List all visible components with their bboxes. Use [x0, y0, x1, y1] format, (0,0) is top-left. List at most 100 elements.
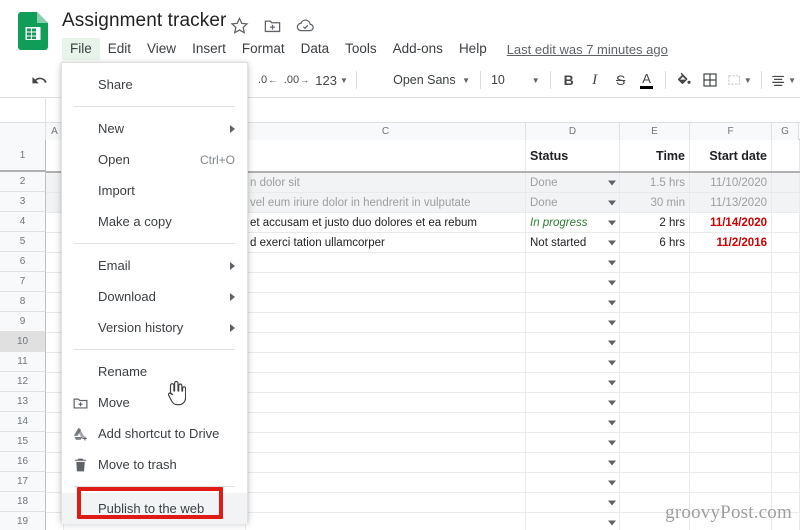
menu-item-make-a-copy[interactable]: Make a copy	[62, 206, 247, 237]
cell-d12[interactable]	[526, 373, 620, 392]
data-validation-dropdown-icon[interactable]	[608, 380, 616, 385]
cell-e7[interactable]	[620, 273, 690, 292]
cell-f9[interactable]	[690, 313, 772, 332]
cell-e3[interactable]: 30 min	[620, 193, 690, 212]
cell-f12[interactable]	[690, 373, 772, 392]
data-validation-dropdown-icon[interactable]	[608, 300, 616, 305]
data-validation-dropdown-icon[interactable]	[608, 240, 616, 245]
data-validation-dropdown-icon[interactable]	[608, 340, 616, 345]
cell-c12[interactable]	[246, 373, 526, 392]
data-validation-dropdown-icon[interactable]	[608, 440, 616, 445]
column-header-f[interactable]: F	[690, 123, 772, 140]
cell-e8[interactable]	[620, 293, 690, 312]
cell-g12[interactable]	[772, 373, 800, 392]
cell-c1[interactable]	[246, 140, 526, 171]
cell-d7[interactable]	[526, 273, 620, 292]
cell-f17[interactable]	[690, 473, 772, 492]
menu-add-ons[interactable]: Add-ons	[385, 38, 451, 60]
cell-c19[interactable]	[246, 513, 526, 530]
row-header-12[interactable]: 12	[0, 372, 46, 392]
cell-e15[interactable]	[620, 433, 690, 452]
menu-item-import[interactable]: Import	[62, 175, 247, 206]
row-header-16[interactable]: 16	[0, 452, 46, 472]
strikethrough-button[interactable]: S	[608, 67, 634, 93]
number-format-button[interactable]: 123 ▼	[312, 67, 351, 93]
menu-item-publish-to-the-web[interactable]: Publish to the web	[62, 493, 247, 524]
data-validation-dropdown-icon[interactable]	[608, 360, 616, 365]
cell-g7[interactable]	[772, 273, 800, 292]
menu-item-version-history[interactable]: Version history	[62, 312, 247, 343]
cell-f15[interactable]	[690, 433, 772, 452]
menu-item-move[interactable]: Move	[62, 387, 247, 418]
cell-f4[interactable]: 11/14/2020	[690, 213, 772, 232]
cell-f13[interactable]	[690, 393, 772, 412]
cell-g13[interactable]	[772, 393, 800, 412]
data-validation-dropdown-icon[interactable]	[608, 180, 616, 185]
cell-f14[interactable]	[690, 413, 772, 432]
data-validation-dropdown-icon[interactable]	[608, 400, 616, 405]
row-header-18[interactable]: 18	[0, 492, 46, 512]
document-title[interactable]: Assignment tracker	[62, 10, 226, 32]
borders-icon[interactable]	[697, 67, 723, 93]
cell-g6[interactable]	[772, 253, 800, 272]
italic-button[interactable]: I	[582, 67, 608, 93]
cell-g11[interactable]	[772, 353, 800, 372]
cell-d16[interactable]	[526, 453, 620, 472]
menu-file[interactable]: File	[62, 38, 100, 60]
column-header-g[interactable]: G	[772, 123, 799, 140]
cell-e6[interactable]	[620, 253, 690, 272]
menu-item-add-shortcut-to-drive[interactable]: Add shortcut to Drive	[62, 418, 247, 449]
cell-e12[interactable]	[620, 373, 690, 392]
cell-c4[interactable]: et accusam et justo duo dolores et ea re…	[246, 213, 526, 232]
menu-insert[interactable]: Insert	[184, 38, 234, 60]
cell-c17[interactable]	[246, 473, 526, 492]
row-header-8[interactable]: 8	[0, 292, 46, 312]
cell-c2[interactable]: n dolor sit	[246, 173, 526, 192]
menu-tools[interactable]: Tools	[337, 38, 385, 60]
cell-c11[interactable]	[246, 353, 526, 372]
fill-color-icon[interactable]	[671, 67, 697, 93]
row-header-13[interactable]: 13	[0, 392, 46, 412]
cell-e10[interactable]	[620, 333, 690, 352]
cell-d1[interactable]: Status	[526, 140, 620, 171]
cell-e17[interactable]	[620, 473, 690, 492]
cell-d10[interactable]	[526, 333, 620, 352]
cell-d3[interactable]: Done	[526, 193, 620, 212]
data-validation-dropdown-icon[interactable]	[608, 420, 616, 425]
cloud-saved-icon[interactable]	[296, 16, 315, 35]
column-header-c[interactable]: C	[246, 123, 526, 140]
data-validation-dropdown-icon[interactable]	[608, 200, 616, 205]
row-header-6[interactable]: 6	[0, 252, 46, 272]
cell-f8[interactable]	[690, 293, 772, 312]
undo-icon[interactable]	[26, 67, 52, 93]
cell-g17[interactable]	[772, 473, 800, 492]
row-header-5[interactable]: 5	[0, 232, 46, 252]
cell-g2[interactable]	[772, 173, 800, 192]
menu-data[interactable]: Data	[293, 38, 338, 60]
cell-d8[interactable]	[526, 293, 620, 312]
row-header-17[interactable]: 17	[0, 472, 46, 492]
cell-f1[interactable]: Start date	[690, 140, 772, 171]
cell-d13[interactable]	[526, 393, 620, 412]
menu-item-email[interactable]: Email	[62, 250, 247, 281]
menu-view[interactable]: View	[139, 38, 184, 60]
cell-e14[interactable]	[620, 413, 690, 432]
cell-e2[interactable]: 1.5 hrs	[620, 173, 690, 192]
font-size-selector[interactable]: 10 ▼	[486, 67, 545, 93]
cell-g9[interactable]	[772, 313, 800, 332]
data-validation-dropdown-icon[interactable]	[608, 280, 616, 285]
cell-d4[interactable]: In progress	[526, 213, 620, 232]
increase-decimal-button[interactable]: .00 →	[281, 67, 313, 93]
row-header-2[interactable]: 2	[0, 172, 46, 192]
cell-d2[interactable]: Done	[526, 173, 620, 192]
name-box[interactable]	[0, 98, 46, 122]
menu-item-share[interactable]: Share	[62, 69, 247, 100]
cell-e9[interactable]	[620, 313, 690, 332]
menu-item-open[interactable]: Open Ctrl+O	[62, 144, 247, 175]
row-header-7[interactable]: 7	[0, 272, 46, 292]
cell-c9[interactable]	[246, 313, 526, 332]
cell-d14[interactable]	[526, 413, 620, 432]
row-header-11[interactable]: 11	[0, 352, 46, 372]
data-validation-dropdown-icon[interactable]	[608, 460, 616, 465]
data-validation-dropdown-icon[interactable]	[608, 260, 616, 265]
